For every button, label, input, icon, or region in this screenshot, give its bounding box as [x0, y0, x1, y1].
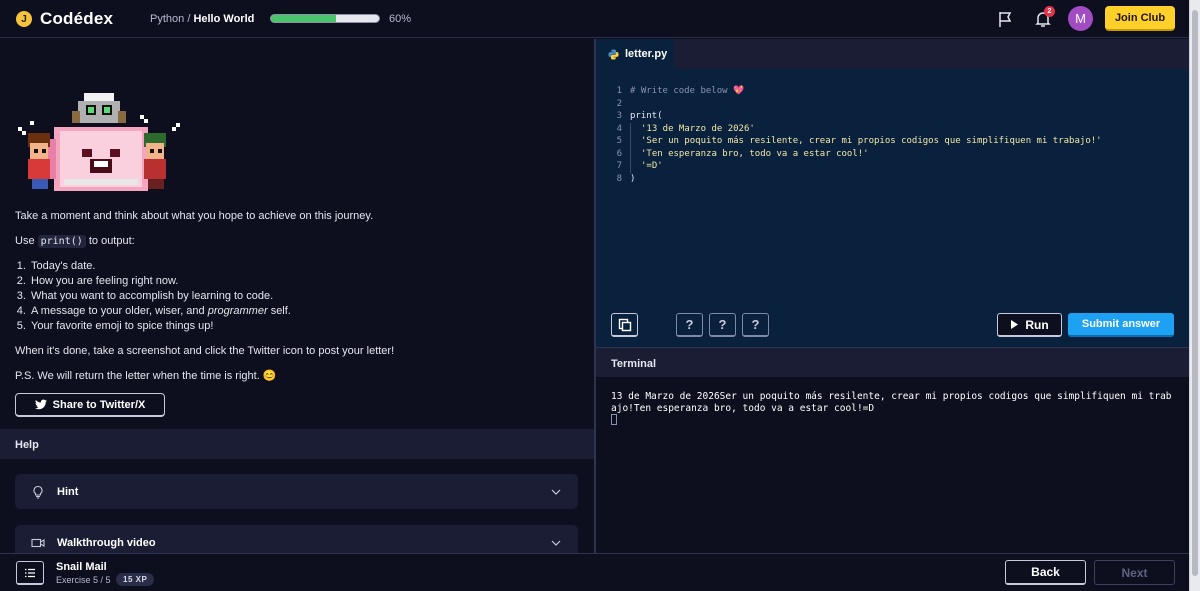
brand-logo[interactable]: Codédex: [40, 9, 113, 29]
tab-letter-py[interactable]: letter.py: [596, 39, 674, 69]
flag-icon[interactable]: [996, 9, 1014, 29]
lightbulb-icon: [33, 485, 43, 499]
line-number: 7: [616, 161, 622, 171]
logo-icon[interactable]: J: [16, 11, 32, 27]
list-item: Your favorite emoji to spice things up!: [29, 319, 575, 334]
back-button[interactable]: Back: [1005, 560, 1086, 585]
join-club-button[interactable]: Join Club: [1105, 6, 1175, 31]
lesson-pane: Take a moment and think about what you h…: [0, 39, 594, 553]
notification-badge: 2: [1044, 6, 1055, 17]
top-bar: J Codédex Python / Hello World 60% 2 M J…: [0, 0, 1200, 38]
help-question-button-3[interactable]: ?: [742, 313, 769, 337]
line-number: 5: [616, 136, 622, 146]
run-label: Run: [1025, 317, 1049, 332]
code-text: # Write code below 💖: [630, 86, 745, 96]
terminal-cursor: [611, 414, 617, 425]
hint-accordion[interactable]: Hint: [15, 474, 578, 509]
scrollbar-thumb[interactable]: [1192, 10, 1198, 576]
line-number: 8: [616, 173, 622, 184]
pixel-art-illustration: [18, 93, 180, 191]
play-icon: [1011, 320, 1019, 329]
chevron-down-icon: [551, 540, 561, 546]
exercise-title: Snail Mail: [56, 561, 107, 573]
use-prefix: Use: [15, 235, 35, 247]
breadcrumb: Python / Hello World: [150, 13, 254, 25]
list-item: What you want to accomplish by learning …: [29, 289, 575, 304]
line-number: 1: [616, 86, 622, 96]
code-text: ): [630, 173, 636, 184]
bottom-bar: Snail Mail Exercise 5 / 5 15 XP Back Nex…: [0, 553, 1189, 591]
chevron-down-icon: [551, 489, 561, 495]
lesson-intro: Take a moment and think about what you h…: [15, 210, 374, 222]
line-number: 4: [616, 123, 622, 134]
breadcrumb-lesson: Hello World: [193, 13, 255, 25]
progress-fill: [271, 15, 336, 22]
lesson-instructions: Take a moment and think about what you h…: [15, 209, 575, 394]
step4-tail: self.: [270, 305, 291, 317]
walkthrough-video-accordion[interactable]: Walkthrough video: [15, 525, 578, 553]
inline-code: print(): [37, 235, 86, 248]
editor-tab-bar: letter.py: [596, 39, 1189, 69]
run-button[interactable]: Run: [997, 313, 1062, 337]
copy-icon: [618, 318, 631, 331]
lesson-use-line: Use print() to output:: [15, 234, 575, 249]
hint-label: Hint: [57, 485, 79, 498]
list-item: How you are feeling right now.: [29, 274, 575, 289]
line-number: 3: [616, 111, 622, 121]
line-number: 2: [616, 98, 622, 109]
code-text: '13 de Marzo de 2026': [630, 122, 755, 135]
avatar[interactable]: M: [1068, 6, 1093, 31]
help-header: Help: [0, 429, 594, 459]
line-number: 6: [616, 148, 622, 159]
help-question-button-2[interactable]: ?: [709, 313, 736, 337]
breadcrumb-course[interactable]: Python: [150, 13, 184, 25]
page-scrollbar[interactable]: [1189, 0, 1200, 591]
walkthrough-video-label: Walkthrough video: [57, 536, 156, 549]
step4-em: programmer: [207, 305, 268, 317]
video-icon: [31, 538, 45, 547]
xp-badge: 15 XP: [116, 573, 155, 586]
code-text: print(: [630, 111, 663, 121]
progress-label: 60%: [389, 13, 412, 25]
tab-filename: letter.py: [625, 48, 668, 60]
exercise-counter: Exercise 5 / 5: [56, 575, 111, 585]
reset-code-button[interactable]: [611, 313, 638, 337]
terminal-output[interactable]: 13 de Marzo de 2026Ser un poquito más re…: [596, 377, 1189, 553]
list-item: Today's date.: [29, 259, 575, 274]
terminal-header: Terminal: [596, 347, 1189, 377]
code-line: 6 'Ten esperanza bro, todo va a estar coo…: [608, 147, 1102, 160]
code-area[interactable]: 1 # Write code below 💖 2 3 print( 4 '13 de Mar…: [608, 85, 1102, 185]
submit-answer-button[interactable]: Submit answer: [1068, 313, 1174, 337]
share-twitter-button[interactable]: Share to Twitter/X: [15, 393, 165, 417]
lesson-ps: P.S. We will return the letter when the …: [15, 370, 277, 382]
code-editor: letter.py 1 # Write code below 💖 2 3 print(4…: [596, 39, 1189, 347]
python-icon: [608, 48, 619, 60]
code-line: 3 print(: [608, 110, 1102, 123]
code-line: 1 # Write code below 💖: [608, 85, 1102, 98]
terminal-text: 13 de Marzo de 2026Ser un poquito más re…: [611, 391, 1172, 414]
progress-bar: [270, 14, 380, 23]
exercise-list-button[interactable]: [16, 561, 44, 585]
code-text: 'Ten esperanza bro, todo va a estar cool…: [630, 147, 869, 160]
next-button[interactable]: Next: [1094, 560, 1175, 585]
code-text: 'Ser un poquito más resilente, crear mi …: [630, 135, 1102, 148]
list-item: A message to your older, wiser, and prog…: [29, 304, 575, 319]
step4-text: A message to your older, wiser, and: [31, 305, 205, 317]
code-line: 7 '=D': [608, 160, 1102, 173]
list-icon: [25, 568, 35, 577]
help-question-button-1[interactable]: ?: [676, 313, 703, 337]
lesson-instruction: When it's done, take a screenshot and cl…: [15, 345, 395, 357]
code-line: 4 '13 de Marzo de 2026': [608, 122, 1102, 135]
code-line: 5 'Ser un poquito más resilente, crear mi…: [608, 135, 1102, 148]
use-suffix: to output:: [88, 235, 135, 247]
breadcrumb-separator: /: [187, 13, 191, 25]
share-twitter-label: Share to Twitter/X: [52, 398, 146, 411]
code-line: 2: [608, 98, 1102, 111]
code-line: 8): [608, 173, 1102, 186]
steps-list: Today's date. How you are feeling right …: [29, 259, 575, 334]
code-text: '=D': [630, 160, 663, 173]
twitter-icon: [34, 399, 47, 410]
